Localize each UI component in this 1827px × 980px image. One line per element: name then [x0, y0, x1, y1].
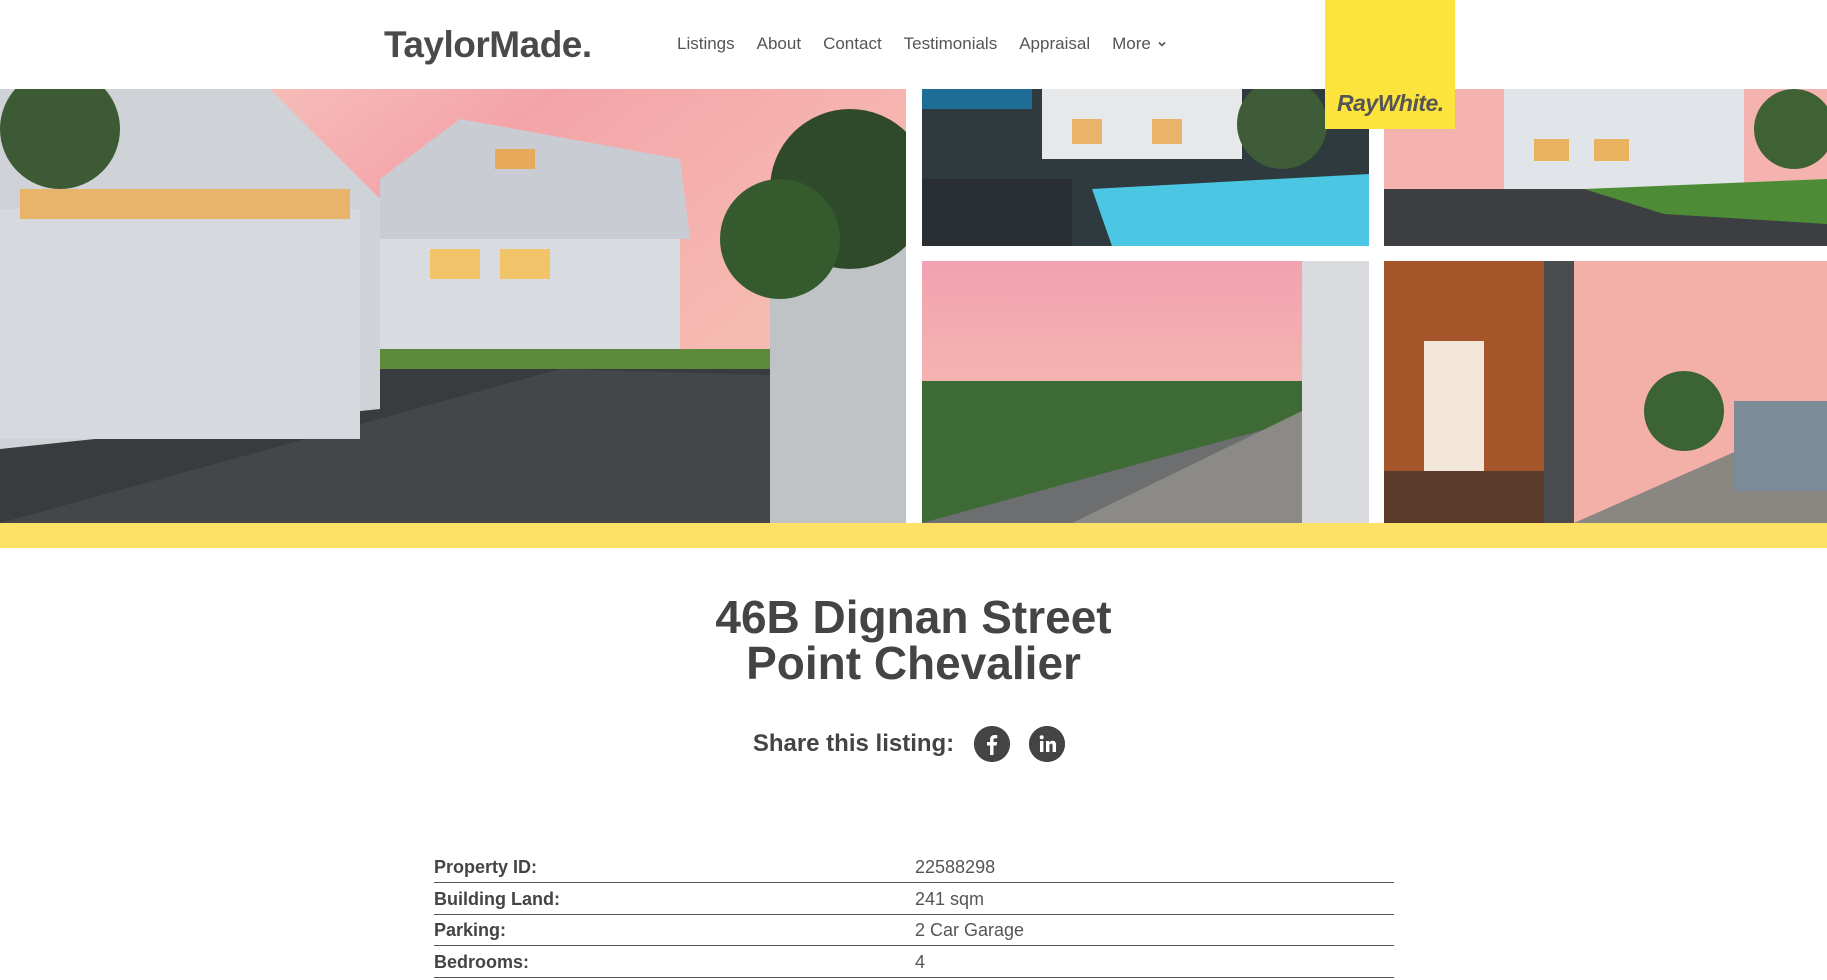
linkedin-share-button[interactable]	[1029, 726, 1066, 762]
photo-gallery	[0, 89, 1827, 523]
share-bar: Share this listing:	[0, 726, 1827, 762]
facebook-share-button[interactable]	[974, 726, 1011, 762]
raywhite-logo-text: RayWhite.	[1337, 90, 1444, 116]
linkedin-icon	[1029, 726, 1066, 762]
gallery-photo-deck-view[interactable]	[922, 261, 1369, 523]
raywhite-badge[interactable]: RayWhite.	[1325, 0, 1455, 129]
nav-contact[interactable]: Contact	[823, 34, 882, 54]
detail-label: Bedrooms:	[434, 951, 530, 972]
address-line-1: 46B Dignan Street	[715, 591, 1112, 643]
gallery-main-photo[interactable]	[0, 89, 906, 523]
site-logo[interactable]: TaylorMade.	[384, 24, 592, 66]
detail-label: Property ID:	[434, 857, 538, 877]
detail-value: 22588298	[915, 857, 996, 877]
nav-more[interactable]: More	[1112, 34, 1167, 54]
nav-about[interactable]: About	[757, 34, 801, 54]
accent-bar	[0, 523, 1827, 548]
chevron-down-icon	[1158, 41, 1166, 47]
nav-more-label: More	[1112, 34, 1151, 53]
detail-value: 2 Car Garage	[915, 920, 1025, 940]
detail-label: Building Land:	[434, 888, 560, 909]
share-label: Share this listing:	[752, 730, 955, 757]
listing-title: 46B Dignan Street Point Chevalier	[0, 594, 1827, 686]
facebook-icon	[974, 726, 1011, 762]
gallery-photo-pool[interactable]	[922, 89, 1369, 246]
detail-row-building-land: Building Land: 241 sqm	[434, 885, 1394, 915]
site-header: TaylorMade. Listings About Contact Testi…	[0, 0, 1827, 89]
detail-value: 241 sqm	[915, 888, 985, 909]
deck-view-photo	[922, 261, 1369, 523]
nav-appraisal[interactable]: Appraisal	[1019, 34, 1090, 54]
nav-listings[interactable]: Listings	[677, 34, 735, 54]
detail-value: 4	[915, 951, 926, 972]
property-details-table: Property ID: 22588298 Building Land: 241…	[434, 853, 1394, 979]
house-exterior-photo	[0, 89, 906, 523]
nav-testimonials[interactable]: Testimonials	[904, 34, 998, 54]
detail-row-parking: Parking: 2 Car Garage	[434, 916, 1394, 946]
detail-label: Parking:	[434, 920, 507, 940]
detail-row-bedrooms: Bedrooms: 4	[434, 948, 1394, 978]
gallery-photo-interior[interactable]	[1384, 261, 1827, 523]
detail-row-property-id: Property ID: 22588298	[434, 853, 1394, 883]
main-nav: Listings About Contact Testimonials Appr…	[677, 34, 1189, 54]
pool-patio-photo	[922, 89, 1369, 246]
interior-deck-photo	[1384, 261, 1827, 523]
address-line-2: Point Chevalier	[746, 637, 1081, 689]
